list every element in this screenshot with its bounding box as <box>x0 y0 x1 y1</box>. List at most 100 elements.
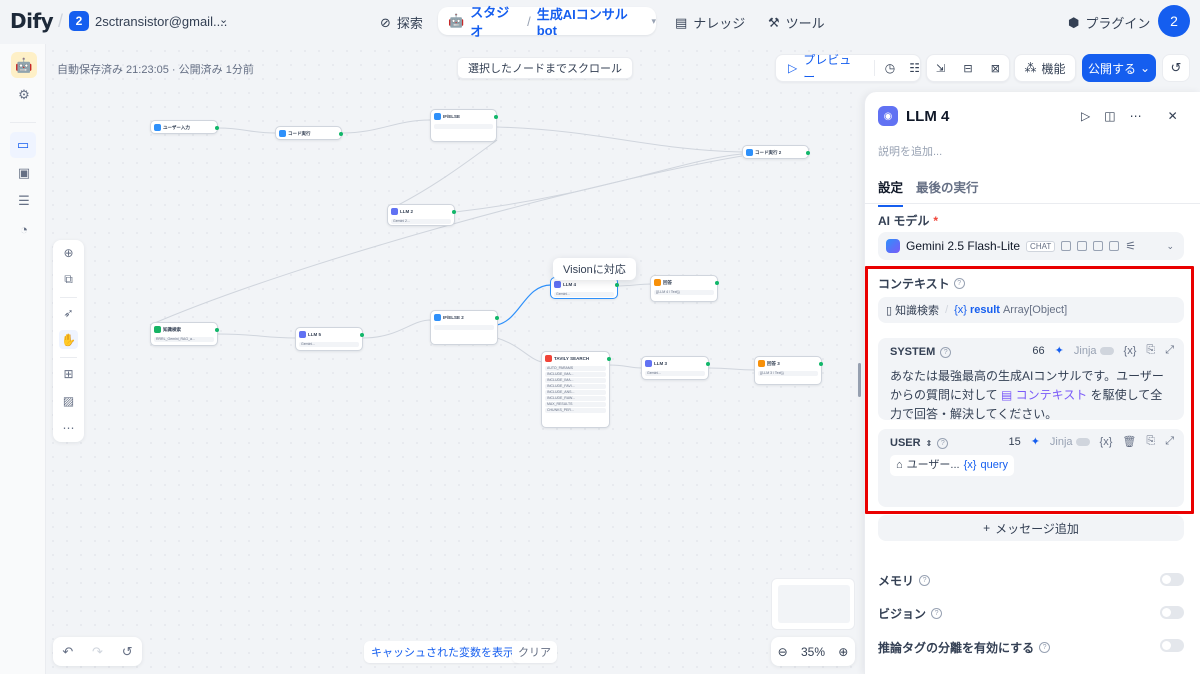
node-answer[interactable]: 回答 {{LLM 4 / Text}} <box>650 275 719 302</box>
export-image-icon[interactable]: ▨ <box>59 391 78 410</box>
preview-button[interactable]: ▷ プレビュー ◷ ☷ <box>775 53 921 84</box>
plus-icon: + <box>983 521 991 535</box>
add-note-icon[interactable]: ⧉ <box>59 270 78 289</box>
more-icon[interactable]: ⋯ <box>59 418 78 437</box>
node-tavily-search[interactable]: TAVILY SEARCH AUTO_PARAMS INCLUDE_IMA...… <box>541 351 611 428</box>
node-code[interactable]: コード実行 <box>275 126 343 140</box>
history-icon[interactable]: ↺ <box>122 644 133 660</box>
features-icon: ⁂ <box>1024 61 1037 75</box>
node-answer-3[interactable]: 回答 3 {{LLM 3 / Text}} <box>754 356 823 385</box>
help-icon[interactable]: ? <box>931 608 943 619</box>
features-button[interactable]: ⁂ 機能 <box>1014 54 1076 82</box>
cached-variables-button[interactable]: キャッシュされた変数を表示 <box>364 641 521 663</box>
copy-icon[interactable]: ⎘ <box>1146 435 1155 448</box>
user-prompt-text[interactable]: ⌂ ユーザー... {x} query <box>890 455 1174 476</box>
panel-resize-handle[interactable] <box>858 363 861 397</box>
expand-icon[interactable]: ⤢ <box>1165 435 1174 448</box>
run-icon[interactable]: ▷ <box>1081 109 1090 123</box>
node-if-else-2[interactable]: IF/ELSE 2 <box>430 310 499 345</box>
sparkle-icon[interactable]: ✦ <box>1055 344 1064 357</box>
token-count: 66 <box>1032 344 1045 357</box>
import-icon[interactable]: ⇲ <box>936 62 945 75</box>
variable-icon: {x} <box>954 304 967 316</box>
scroll-to-node-button[interactable]: 選択したノードまでスクロール <box>457 57 633 79</box>
zoom-in-icon[interactable]: ⊕ <box>838 645 848 659</box>
variable-icon[interactable]: ⊠ <box>991 62 1000 75</box>
pointer-icon[interactable]: ➶ <box>59 303 78 322</box>
ai-model-label: AI モデル * <box>878 213 939 229</box>
tool-icon <box>1061 241 1072 251</box>
hand-icon[interactable]: ✋ <box>59 330 78 349</box>
zoom-out-icon[interactable]: ⊖ <box>778 645 788 659</box>
variable-chip: ⌂ ユーザー... {x} query <box>890 455 1014 476</box>
llm-icon <box>645 360 652 367</box>
variable-icon[interactable]: {x} <box>1100 436 1113 448</box>
undo-icon[interactable]: ↶ <box>62 644 73 660</box>
history-icon[interactable]: ↺ <box>1162 54 1190 82</box>
code-icon <box>279 130 286 137</box>
user-icon <box>154 124 161 131</box>
add-node-icon[interactable]: ⊕ <box>59 243 78 262</box>
node-code-2[interactable]: コード実行 2 <box>742 145 810 159</box>
model-selector[interactable]: Gemini 2.5 Flash-Lite CHAT ⚟ ⌄ <box>878 232 1184 260</box>
copy-icon[interactable]: ⎘ <box>1146 344 1155 357</box>
zoom-level[interactable]: 35% <box>801 645 825 659</box>
canvas-tools: ⊕ ⧉ ➶ ✋ ⊞ ▨ ⋯ <box>53 240 84 442</box>
list-icon[interactable]: ☷ <box>909 61 920 75</box>
help-icon[interactable]: ? <box>940 346 952 358</box>
clear-button[interactable]: クリア <box>512 641 557 663</box>
variable-icon[interactable]: {x} <box>1124 345 1137 357</box>
token-count: 15 <box>1008 435 1021 448</box>
memory-label: メモリ? <box>878 572 931 589</box>
description-input[interactable]: 説明を追加... <box>878 143 942 159</box>
book-icon: ▯ <box>886 304 893 317</box>
jinja-toggle[interactable] <box>1099 346 1114 355</box>
document-icon <box>1077 241 1088 251</box>
node-llm-5[interactable]: LLM 5 Gemini... <box>295 327 364 351</box>
add-message-button[interactable]: + メッセージ追加 <box>878 515 1184 541</box>
expand-icon[interactable]: ⤢ <box>1165 344 1174 357</box>
export-tools: ⇲ ⊟ ⊠ <box>926 54 1010 82</box>
publish-button[interactable]: 公開する ⌄ <box>1082 54 1156 82</box>
help-icon[interactable]: ? <box>1039 642 1051 653</box>
context-reference: ▤ コンテキスト <box>1001 388 1088 402</box>
memory-toggle[interactable] <box>1160 573 1184 586</box>
search-icon <box>545 355 552 362</box>
undo-redo-bar: ↶ ↷ ↺ <box>53 637 142 666</box>
split-view-icon[interactable]: ◫ <box>1104 109 1115 123</box>
panel-title[interactable]: LLM 4 <box>906 108 949 125</box>
jinja-toggle[interactable] <box>1075 437 1090 446</box>
help-icon[interactable]: ? <box>937 437 949 449</box>
branch-icon <box>434 113 441 120</box>
system-prompt-text[interactable]: あなたは最強最高の生成AIコンサルです。ユーザーからの質問に対して ▤ コンテキ… <box>890 367 1174 424</box>
close-icon[interactable]: ✕ <box>1168 109 1178 123</box>
node-llm-3[interactable]: LLM 3 Gemini... <box>641 356 710 380</box>
context-label: コンテキスト? <box>878 275 965 292</box>
node-if-else[interactable]: IF/ELSE <box>430 109 498 142</box>
help-icon[interactable]: ? <box>919 575 931 586</box>
minimap[interactable] <box>771 578 855 630</box>
trash-icon[interactable]: 🗑 <box>1122 435 1136 448</box>
settings-icon[interactable]: ⚟ <box>1125 239 1136 253</box>
node-knowledge[interactable]: 知識検索 RRRL_Gemini_RAG_a... <box>150 322 219 346</box>
chevron-down-icon: ⌄ <box>1139 61 1151 75</box>
image-icon <box>1093 241 1104 251</box>
checklist-icon[interactable]: ◷ <box>885 61 895 75</box>
node-user-input[interactable]: ユーザー入力 <box>150 120 219 134</box>
vision-toggle[interactable] <box>1160 606 1184 619</box>
swap-icon[interactable]: ⇕ <box>926 439 933 448</box>
system-prompt[interactable]: SYSTEM? 66 ✦ Jinja {x} ⎘ ⤢ あなたは最強最高の生成AI… <box>878 338 1184 421</box>
node-llm-2[interactable]: LLM 2 Gemini 2... <box>387 204 456 226</box>
sparkle-icon[interactable]: ✦ <box>1031 435 1040 448</box>
answer-icon <box>758 360 765 367</box>
organize-icon[interactable]: ⊞ <box>59 364 78 383</box>
node-llm-4[interactable]: LLM 4 Gemini... <box>550 277 619 299</box>
context-variable[interactable]: ▯ 知識検索 / {x} result Array[Object] <box>878 297 1184 323</box>
reasoning-toggle[interactable] <box>1160 639 1184 652</box>
vision-tooltip: Visionに対応 <box>553 258 636 280</box>
user-prompt[interactable]: USER ⇕? 15 ✦ Jinja {x} 🗑 ⎘ ⤢ ⌂ ユーザー... {x} q… <box>878 429 1184 507</box>
more-icon[interactable]: ⋯ <box>1130 109 1142 123</box>
redo-icon[interactable]: ↷ <box>92 644 103 660</box>
help-icon[interactable]: ? <box>953 278 965 289</box>
env-icon[interactable]: ⊟ <box>963 62 972 75</box>
